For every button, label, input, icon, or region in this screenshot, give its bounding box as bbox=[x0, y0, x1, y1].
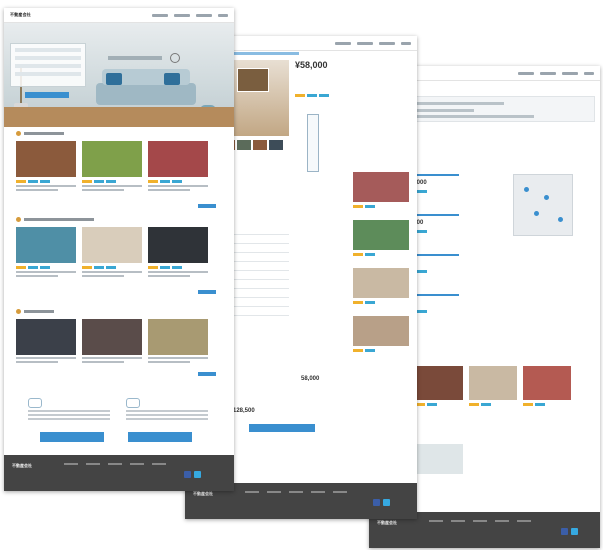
related-card[interactable] bbox=[353, 268, 413, 310]
visit-button[interactable] bbox=[128, 432, 192, 442]
more-button[interactable] bbox=[198, 372, 216, 376]
search-input[interactable] bbox=[15, 48, 81, 52]
nav-item-3[interactable] bbox=[379, 41, 395, 45]
house-icon bbox=[16, 130, 21, 136]
twitter-icon[interactable] bbox=[194, 471, 201, 478]
staff-card[interactable] bbox=[148, 319, 208, 363]
car-icon bbox=[126, 398, 140, 408]
featured-section bbox=[16, 130, 216, 208]
hero-banner bbox=[4, 23, 234, 127]
exterior-photo[interactable] bbox=[415, 444, 463, 474]
nav-item-3[interactable] bbox=[562, 71, 578, 75]
footer-logo[interactable]: 不動産会社 bbox=[193, 491, 213, 497]
facebook-icon[interactable] bbox=[184, 471, 191, 478]
nav-item-3[interactable] bbox=[196, 13, 212, 17]
property-search-form bbox=[10, 43, 86, 98]
property-card[interactable] bbox=[148, 227, 208, 277]
nav-item-4[interactable] bbox=[218, 13, 228, 17]
plan-price-b: 128,500 bbox=[233, 408, 255, 414]
footer-logo[interactable]: 不動産会社 bbox=[12, 463, 32, 469]
nav-item-1[interactable] bbox=[518, 71, 534, 75]
area-select[interactable] bbox=[15, 56, 81, 60]
site-footer: 不動産会社 bbox=[4, 455, 234, 491]
contact-button[interactable] bbox=[40, 432, 104, 442]
rent-select[interactable] bbox=[15, 64, 81, 68]
top-nav: 不動産会社 bbox=[4, 8, 234, 23]
recommended-card[interactable] bbox=[469, 366, 517, 406]
nav-item-4[interactable] bbox=[401, 41, 411, 45]
nav-item-2[interactable] bbox=[357, 41, 373, 45]
layout-select[interactable] bbox=[15, 72, 81, 76]
recommend-section bbox=[16, 216, 216, 294]
thumbnail[interactable] bbox=[269, 140, 283, 150]
facebook-icon[interactable] bbox=[373, 499, 380, 506]
twitter-icon[interactable] bbox=[571, 528, 578, 535]
home-page: 不動産会社 不動産会社 bbox=[4, 8, 234, 491]
footer-logo[interactable]: 不動産会社 bbox=[377, 520, 397, 526]
recommended-card[interactable] bbox=[415, 366, 463, 406]
staff-section bbox=[16, 308, 216, 376]
info-section bbox=[28, 390, 208, 420]
facebook-icon[interactable] bbox=[561, 528, 568, 535]
staff-card[interactable] bbox=[16, 319, 76, 363]
nav-item-1[interactable] bbox=[335, 41, 351, 45]
people-icon bbox=[16, 308, 21, 314]
thumbnail[interactable] bbox=[253, 140, 267, 150]
related-card[interactable] bbox=[353, 172, 413, 214]
related-properties bbox=[353, 172, 413, 364]
search-button[interactable] bbox=[25, 92, 69, 98]
map-view[interactable] bbox=[513, 174, 573, 236]
related-card[interactable] bbox=[353, 220, 413, 262]
property-card[interactable] bbox=[82, 141, 142, 191]
recommended-list bbox=[415, 366, 571, 406]
thumbnail[interactable] bbox=[237, 140, 251, 150]
cloud-icon bbox=[28, 398, 42, 408]
nav-item-1[interactable] bbox=[152, 13, 168, 17]
more-button[interactable] bbox=[198, 204, 216, 208]
related-card[interactable] bbox=[353, 316, 413, 358]
star-icon bbox=[16, 216, 21, 222]
nav-item-2[interactable] bbox=[540, 71, 556, 75]
property-card[interactable] bbox=[16, 141, 76, 191]
main-price: ¥58,000 bbox=[295, 60, 328, 70]
site-logo[interactable]: 不動産会社 bbox=[10, 12, 31, 18]
plan-price-a: 58,000 bbox=[301, 376, 320, 382]
nav-item-4[interactable] bbox=[584, 71, 594, 75]
recommended-card[interactable] bbox=[523, 366, 571, 406]
carousel-next-icon[interactable] bbox=[170, 53, 180, 63]
floor-plan-thumbnail[interactable] bbox=[307, 114, 319, 172]
staff-card[interactable] bbox=[82, 319, 142, 363]
property-card[interactable] bbox=[82, 227, 142, 277]
price-panel: ¥58,000 bbox=[295, 60, 351, 102]
hero-caption bbox=[108, 56, 162, 60]
property-card[interactable] bbox=[16, 227, 76, 277]
sofa-image bbox=[96, 69, 196, 105]
nav-item-2[interactable] bbox=[174, 13, 190, 17]
more-button[interactable] bbox=[198, 290, 216, 294]
twitter-icon[interactable] bbox=[383, 499, 390, 506]
inquiry-button[interactable] bbox=[249, 424, 315, 432]
property-card[interactable] bbox=[148, 141, 208, 191]
